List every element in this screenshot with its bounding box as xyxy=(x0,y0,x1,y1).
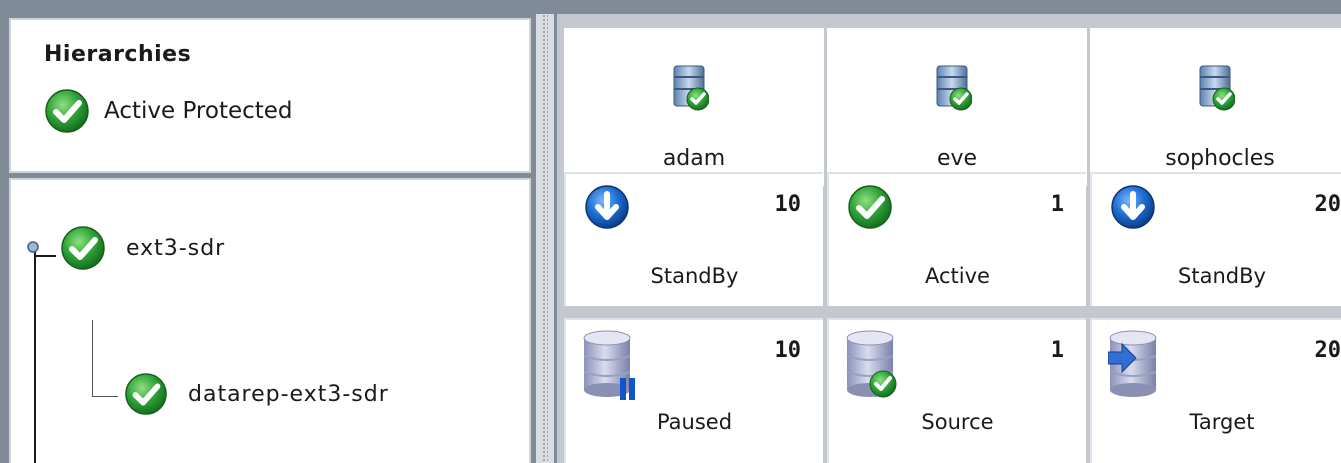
standby-arrow-icon xyxy=(584,184,630,230)
check-circle-icon xyxy=(60,225,106,271)
hierarchy-state-cell[interactable]: 20 StandBy xyxy=(1090,172,1341,306)
disk-source-icon xyxy=(846,330,897,398)
priority-number: 20 xyxy=(1314,338,1341,363)
server-ok-icon xyxy=(1197,64,1235,112)
server-name: adam xyxy=(662,146,726,171)
state-label: StandBy xyxy=(650,264,739,288)
pane-splitter[interactable] xyxy=(536,14,554,463)
tree-node-root[interactable]: ext3-sdr xyxy=(60,225,225,271)
disk-paused-icon xyxy=(583,330,635,400)
tree-expand-handle-icon[interactable] xyxy=(26,240,40,254)
hierarchy-state-cell[interactable]: 1 Active xyxy=(827,172,1086,306)
tree-node-label: datarep-ext3-sdr xyxy=(188,381,389,407)
standby-arrow-icon xyxy=(1110,184,1156,230)
hierarchy-state-cell[interactable]: 10 StandBy xyxy=(564,172,823,306)
server-status-grid: adam eve sophocles 10 StandBy 1 Active 2… xyxy=(557,14,1341,463)
check-circle-icon xyxy=(124,372,168,416)
splitter-grip[interactable] xyxy=(542,14,548,463)
status-label: Active Protected xyxy=(104,98,293,124)
priority-number: 1 xyxy=(1050,192,1064,217)
state-label: StandBy xyxy=(1178,264,1266,288)
server-column-header[interactable]: eve xyxy=(827,28,1087,186)
mirror-state-cell[interactable]: 1 Source xyxy=(827,318,1086,463)
tree-line xyxy=(34,248,36,463)
state-label: Source xyxy=(921,410,994,434)
priority-number: 20 xyxy=(1314,192,1341,217)
priority-number: 10 xyxy=(774,338,802,363)
tree-node-label: ext3-sdr xyxy=(126,235,226,261)
state-label: Target xyxy=(1189,410,1255,434)
mirror-state-cell[interactable]: 20 Target xyxy=(1090,318,1341,463)
tree-line xyxy=(92,396,118,397)
hierarchy-status: Active Protected xyxy=(44,88,293,134)
server-name: sophocles xyxy=(1165,146,1275,171)
mirror-state-cell[interactable]: 10 Paused xyxy=(564,318,823,463)
tree-node-child[interactable]: datarep-ext3-sdr xyxy=(124,372,389,416)
hierarchies-title: Hierarchies xyxy=(44,42,192,67)
hierarchy-tree-panel xyxy=(9,178,531,463)
server-name: eve xyxy=(936,146,978,171)
server-ok-icon xyxy=(934,64,972,112)
disk-target-icon xyxy=(1108,330,1157,398)
check-circle-icon xyxy=(847,184,893,230)
tree-line xyxy=(36,255,56,257)
server-ok-icon xyxy=(671,64,709,112)
state-label: Paused xyxy=(656,410,733,434)
priority-number: 10 xyxy=(774,192,802,217)
priority-number: 1 xyxy=(1050,338,1064,363)
server-column-header[interactable]: sophocles xyxy=(1090,28,1341,186)
tree-line xyxy=(92,320,93,397)
state-label: Active xyxy=(925,264,990,288)
check-circle-icon xyxy=(44,88,90,134)
server-column-header[interactable]: adam xyxy=(564,28,824,186)
